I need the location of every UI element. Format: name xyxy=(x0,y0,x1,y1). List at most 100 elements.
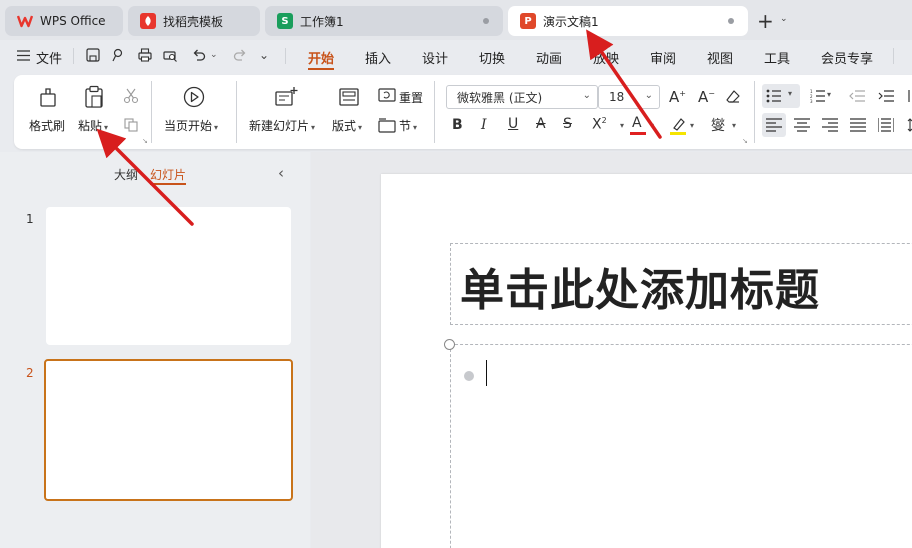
menu-design[interactable]: 设计 xyxy=(422,48,448,67)
spreadsheet-icon: S xyxy=(277,13,293,29)
layout-label: 版式 xyxy=(332,119,357,133)
share-icon[interactable] xyxy=(110,47,126,66)
section-button[interactable]: 节 ▾ xyxy=(399,117,417,134)
layout-button[interactable]: 版式 ▾ xyxy=(332,117,362,134)
font-color-icon[interactable]: A xyxy=(632,115,642,131)
reset-button[interactable]: 重置 xyxy=(399,89,423,106)
section-icon[interactable] xyxy=(378,116,396,134)
paste-label[interactable]: 粘贴 ▾ xyxy=(78,117,108,134)
tab-workbook[interactable]: S 工作簿1 xyxy=(265,6,503,36)
paste-text: 粘贴 xyxy=(78,119,103,133)
tab-outline[interactable]: 大纲 xyxy=(114,166,138,183)
font-name-value: 微软雅黑 (正文) xyxy=(457,90,543,105)
chevron-down-icon[interactable]: ▾ xyxy=(650,121,654,130)
align-right-icon[interactable] xyxy=(822,118,838,132)
increase-indent-icon[interactable] xyxy=(878,89,894,103)
underline-icon[interactable]: U xyxy=(508,116,518,132)
menu-home[interactable]: 开始 xyxy=(308,48,334,67)
clipboard-expand-icon[interactable]: ↘ xyxy=(142,137,148,145)
tab-wps-office[interactable]: WPS Office xyxy=(5,6,123,36)
menu-insert[interactable]: 插入 xyxy=(365,48,391,67)
paste-icon[interactable] xyxy=(82,85,106,109)
numbered-list-icon[interactable]: 123 xyxy=(810,89,826,103)
align-center-icon[interactable] xyxy=(794,118,810,132)
superscript-icon[interactable]: X2 xyxy=(592,116,607,133)
undo-dropdown-icon[interactable]: ⌄ xyxy=(210,50,218,60)
format-painter-label[interactable]: 格式刷 xyxy=(29,117,65,134)
menu-transitions[interactable]: 切换 xyxy=(479,48,505,67)
format-painter-icon[interactable] xyxy=(36,85,60,109)
menu-slideshow[interactable]: 放映 xyxy=(593,48,619,67)
hamburger-icon[interactable] xyxy=(17,50,30,64)
highlight-icon[interactable] xyxy=(670,116,688,132)
copy-icon[interactable] xyxy=(122,116,140,134)
cut-icon[interactable] xyxy=(122,87,140,105)
increase-font-size-icon[interactable]: A+ xyxy=(669,88,686,106)
font-size-select[interactable]: 18 ⌄ xyxy=(598,85,660,109)
collapse-panel-icon[interactable]: ‹ xyxy=(278,164,284,182)
print-preview-icon[interactable] xyxy=(162,47,178,66)
new-tab-button[interactable]: + xyxy=(757,9,774,33)
title-placeholder[interactable]: 单击此处添加标题 xyxy=(450,243,912,325)
title-placeholder-text: 单击此处添加标题 xyxy=(460,265,820,316)
undo-icon[interactable] xyxy=(191,47,207,66)
font-dialog-expand-icon[interactable]: ↘ xyxy=(742,137,748,145)
menu-member[interactable]: 会员专享 xyxy=(821,48,873,67)
decrease-font-size-icon[interactable]: A− xyxy=(698,88,715,106)
tab-bar: WPS Office 找稻壳模板 S 工作簿1 P 演示文稿1 + ⌄ xyxy=(0,0,912,40)
menu-review[interactable]: 审阅 xyxy=(650,48,676,67)
new-slide-button[interactable]: 新建幻灯片 ▾ xyxy=(249,117,315,134)
svg-text:3: 3 xyxy=(810,99,813,103)
menu-file[interactable]: 文件 xyxy=(36,48,62,67)
slide-thumbnail-1[interactable] xyxy=(46,207,291,345)
tab-label: 演示文稿1 xyxy=(543,14,599,29)
chevron-down-icon: ⌄ xyxy=(644,90,653,101)
align-left-button[interactable] xyxy=(762,113,786,137)
layout-icon[interactable] xyxy=(337,85,361,109)
strikethrough-icon[interactable]: A xyxy=(536,116,546,132)
bold-icon[interactable]: B xyxy=(452,117,463,133)
chevron-down-icon[interactable]: ▾ xyxy=(732,121,736,130)
start-from-current-label: 当页开始 xyxy=(164,119,213,133)
slide-canvas[interactable]: 单击此处添加标题 xyxy=(381,174,912,548)
menu-animations[interactable]: 动画 xyxy=(536,48,562,67)
justify-icon[interactable] xyxy=(850,118,866,132)
tab-presentation[interactable]: P 演示文稿1 xyxy=(508,6,748,36)
section-label: 节 xyxy=(399,119,412,133)
new-slide-label: 新建幻灯片 xyxy=(249,119,310,133)
line-spacing-icon[interactable] xyxy=(906,118,912,132)
slide-thumbnail-2[interactable] xyxy=(44,359,293,501)
bullet-list-button[interactable]: ▾ xyxy=(762,84,800,108)
text-shadow-icon[interactable]: S xyxy=(563,116,572,132)
text-direction-icon[interactable] xyxy=(906,89,912,103)
decrease-indent-icon[interactable] xyxy=(849,89,865,103)
new-slide-icon[interactable] xyxy=(274,85,298,109)
docer-icon xyxy=(140,13,156,29)
text-cursor xyxy=(486,360,487,386)
print-icon[interactable] xyxy=(137,47,153,66)
clear-formatting-icon[interactable] xyxy=(724,88,742,106)
content-placeholder[interactable] xyxy=(450,344,912,548)
menu-view[interactable]: 视图 xyxy=(707,48,733,67)
reset-icon[interactable] xyxy=(378,87,396,105)
chevron-down-icon: ▾ xyxy=(788,89,793,98)
distributed-align-icon[interactable] xyxy=(878,118,894,132)
save-icon[interactable] xyxy=(85,47,101,66)
chevron-down-icon: ▾ xyxy=(413,123,418,132)
menu-tools[interactable]: 工具 xyxy=(764,48,790,67)
phonetic-guide-icon[interactable]: 燮 xyxy=(711,115,725,135)
play-from-current-icon[interactable] xyxy=(182,85,206,109)
resize-handle[interactable] xyxy=(444,339,455,350)
font-name-select[interactable]: 微软雅黑 (正文) ⌄ xyxy=(446,85,598,109)
tab-docer-templates[interactable]: 找稻壳模板 xyxy=(128,6,260,36)
redo-icon[interactable] xyxy=(232,47,248,66)
quick-access-more-icon[interactable]: ⌄ xyxy=(259,48,269,62)
start-from-current-button[interactable]: 当页开始 ▾ xyxy=(164,117,218,134)
chevron-down-icon[interactable]: ▾ xyxy=(620,121,624,130)
slides-panel: 大纲 幻灯片 ‹ 1 2 xyxy=(0,152,310,548)
tab-list-chevron-icon[interactable]: ⌄ xyxy=(780,14,788,24)
italic-icon[interactable]: I xyxy=(481,117,487,133)
chevron-down-icon[interactable]: ▾ xyxy=(827,90,831,99)
tab-slides[interactable]: 幻灯片 xyxy=(150,166,186,183)
chevron-down-icon[interactable]: ▾ xyxy=(690,121,694,130)
